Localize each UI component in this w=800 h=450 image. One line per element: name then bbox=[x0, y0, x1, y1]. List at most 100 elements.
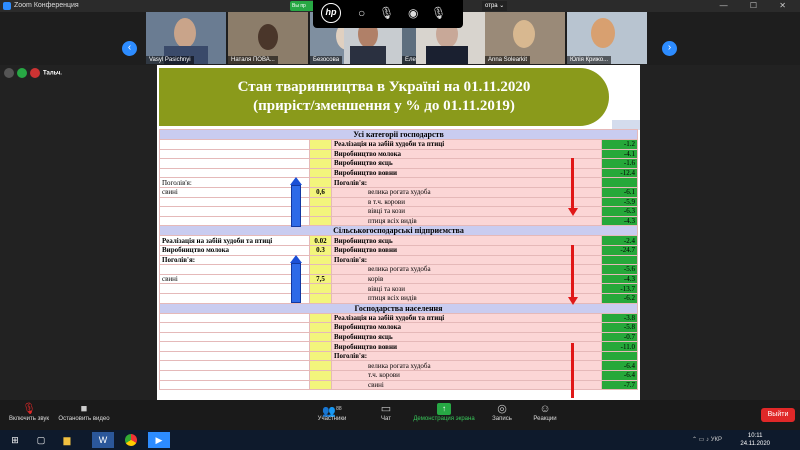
row-mid-value bbox=[309, 283, 332, 294]
row-change-value: -12.4 bbox=[601, 167, 638, 179]
start-button[interactable]: ⊞ bbox=[4, 432, 26, 448]
row-change-value: -6.1 bbox=[601, 186, 638, 198]
reactions-button[interactable]: ☺ Реакции bbox=[528, 403, 562, 422]
table-row: Реалізація на забій худоби та птиці -3.8 bbox=[159, 312, 638, 324]
row-mid-value bbox=[309, 196, 332, 208]
row-indicator: Виробництво яєць bbox=[331, 158, 602, 169]
microphone-icon[interactable]: 🎙 bbox=[379, 6, 394, 20]
row-left-label bbox=[159, 264, 310, 275]
record-button[interactable]: ◎ Запись bbox=[488, 403, 516, 422]
section-header-row: Усі категорії господарств bbox=[159, 129, 638, 140]
chat-button[interactable]: ▭ Чат bbox=[376, 403, 396, 422]
row-indicator: велика рогата худоба bbox=[331, 360, 602, 372]
row-mid-value bbox=[309, 341, 332, 352]
shield-icon bbox=[17, 68, 27, 78]
row-indicator: Виробництво вовни bbox=[331, 167, 602, 179]
participants-button[interactable]: 👥88 Участники bbox=[312, 403, 352, 422]
row-left-label bbox=[159, 158, 310, 169]
table-row: в т.ч. корови -5.9 bbox=[159, 196, 638, 208]
recording-icon bbox=[30, 68, 40, 78]
microphone-active-icon[interactable]: 🎙 bbox=[431, 6, 446, 20]
table-row: птиця всіх видів -6.2 bbox=[159, 292, 638, 304]
row-indicator: Виробництво вовни bbox=[331, 244, 602, 256]
chrome-icon[interactable] bbox=[120, 432, 142, 448]
row-mid-value: 0,6 bbox=[309, 186, 332, 198]
share-screen-button[interactable]: ↑ Демонстрация экрана bbox=[410, 403, 478, 422]
up-arrow-icon bbox=[290, 177, 302, 227]
gallery-prev-button[interactable]: ‹ bbox=[122, 41, 137, 56]
row-change-value: -11.0 bbox=[601, 341, 638, 352]
row-change-value bbox=[601, 177, 638, 188]
camera-dot-icon[interactable]: ◉ bbox=[408, 6, 418, 20]
row-indicator: птиця всіх видів bbox=[331, 292, 602, 304]
share-screen-icon: ↑ bbox=[437, 403, 451, 415]
row-change-value: -4.3 bbox=[601, 215, 638, 227]
row-left-label bbox=[159, 196, 310, 208]
presentation-slide: Стан тваринництва в Україні на 01.11.202… bbox=[157, 65, 640, 400]
down-arrow-icon bbox=[568, 343, 574, 398]
row-left-label bbox=[159, 322, 310, 333]
view-options-button[interactable]: отра ⌄ bbox=[482, 1, 508, 11]
stop-video-button[interactable]: ■ Остановить видео bbox=[55, 403, 113, 422]
file-explorer-icon[interactable]: ▆ bbox=[56, 432, 78, 448]
row-left-label bbox=[159, 370, 310, 381]
row-indicator: Реалізація на забій худоби та птиці bbox=[331, 312, 602, 324]
row-change-value: -5.9 bbox=[601, 196, 638, 208]
info-icon[interactable] bbox=[4, 68, 14, 78]
row-mid-value: 7,5 bbox=[309, 273, 332, 285]
row-mid-value bbox=[309, 148, 332, 160]
section-header: Господарства населення bbox=[159, 302, 638, 314]
window-controls[interactable]: — ☐ ✕ bbox=[720, 0, 796, 12]
row-left-label bbox=[159, 312, 310, 324]
system-tray[interactable]: ⌃ ▭ ♪ УКР bbox=[692, 436, 722, 443]
row-left-label: Виробництво молока bbox=[159, 244, 310, 256]
row-change-value: -4.1 bbox=[601, 148, 638, 160]
row-change-value: -7.7 bbox=[601, 379, 638, 391]
table-row: Поголів'я: Поголів'я: bbox=[159, 177, 638, 188]
leave-button[interactable]: Выйти bbox=[761, 408, 795, 422]
row-left-label: свині bbox=[159, 186, 310, 198]
row-indicator: Поголів'я: bbox=[331, 350, 602, 362]
row-left-label: Поголів'я: bbox=[159, 254, 310, 266]
row-change-value: -0.7 bbox=[601, 331, 638, 343]
row-indicator: Виробництво вовни bbox=[331, 341, 602, 352]
row-mid-value bbox=[309, 292, 332, 304]
row-mid-value bbox=[309, 264, 332, 275]
windows-taskbar: ⊞ ▢ ▆ W ▶ ⌃ ▭ ♪ УКР 10:11 24.11.2020 bbox=[0, 430, 800, 450]
chat-icon: ▭ bbox=[380, 403, 392, 415]
table-row: свині 7,5 корів -4.3 bbox=[159, 273, 638, 285]
row-left-label: Реалізація на забій худоби та птиці bbox=[159, 235, 310, 246]
participant-tile[interactable]: Vasyl Pasichnyi bbox=[146, 12, 226, 64]
participant-tile[interactable]: Наталя ПОВА... bbox=[228, 12, 308, 64]
taskbar-clock[interactable]: 10:11 24.11.2020 bbox=[740, 432, 770, 448]
task-view-icon[interactable]: ▢ bbox=[30, 432, 52, 448]
row-left-label bbox=[159, 360, 310, 372]
participant-tile[interactable]: Юлія Крижо... bbox=[567, 12, 647, 64]
table-row: велика рогата худоба -6.4 bbox=[159, 360, 638, 372]
row-change-value: -6.2 bbox=[601, 292, 638, 304]
section-header-row: Сільськогосподарські підприємства bbox=[159, 225, 638, 237]
row-left-label bbox=[159, 167, 310, 179]
row-mid-value bbox=[309, 177, 332, 188]
record-dot-icon[interactable]: ○ bbox=[358, 6, 365, 20]
row-indicator: Виробництво яєць bbox=[331, 235, 602, 246]
zoom-task-icon[interactable]: ▶ bbox=[148, 432, 170, 448]
table-row: вівці та кози -6.3 bbox=[159, 206, 638, 217]
row-indicator: велика рогата худоба bbox=[331, 186, 602, 198]
row-change-value: -13.7 bbox=[601, 283, 638, 294]
section-header: Сільськогосподарські підприємства bbox=[159, 225, 638, 237]
participant-tile[interactable]: Anna Solearkit bbox=[485, 12, 565, 64]
row-indicator: Поголів'я: bbox=[331, 254, 602, 266]
gallery-next-button[interactable]: › bbox=[662, 41, 677, 56]
table-row: Виробництво вовни -12.4 bbox=[159, 167, 638, 179]
row-indicator: корів bbox=[331, 273, 602, 285]
word-icon[interactable]: W bbox=[92, 432, 114, 448]
row-mid-value bbox=[309, 206, 332, 217]
row-indicator: Виробництво яєць bbox=[331, 331, 602, 343]
table-row: свині -7.7 bbox=[159, 379, 638, 391]
row-mid-value bbox=[309, 158, 332, 169]
row-left-label bbox=[159, 139, 310, 150]
participant-name: Безосова bbox=[310, 56, 343, 64]
unmute-button[interactable]: 🎙 Включить звук bbox=[4, 403, 54, 422]
row-indicator: Виробництво молока bbox=[331, 148, 602, 160]
